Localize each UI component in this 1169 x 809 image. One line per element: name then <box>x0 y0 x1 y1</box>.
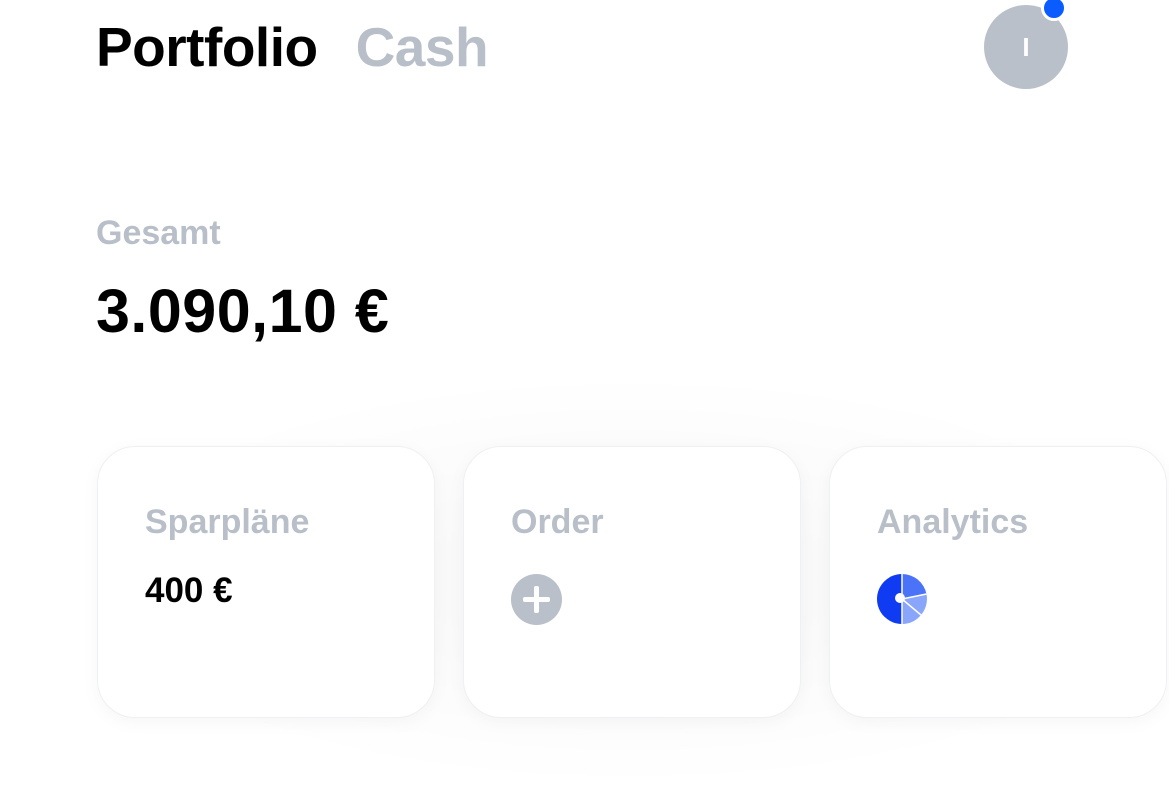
tab-portfolio[interactable]: Portfolio <box>96 14 318 80</box>
card-savings-plans[interactable]: Sparpläne 400 € <box>97 446 435 718</box>
pie-chart-icon <box>877 574 927 624</box>
card-order[interactable]: Order <box>463 446 801 718</box>
avatar-initial: I <box>1022 31 1030 62</box>
card-savings-plans-title: Sparpläne <box>145 503 310 541</box>
portfolio-screen: Portfolio Cash I Gesamt 3.090,10 € Sparp… <box>0 0 1169 809</box>
tab-cash[interactable]: Cash <box>356 14 489 80</box>
card-order-title: Order <box>511 503 604 541</box>
card-analytics-title: Analytics <box>877 503 1029 541</box>
total-label: Gesamt <box>96 214 221 252</box>
total-value: 3.090,10 € <box>96 277 390 345</box>
card-analytics[interactable]: Analytics <box>829 446 1167 718</box>
top-tabs: Portfolio Cash <box>96 14 489 80</box>
card-savings-plans-value: 400 € <box>145 571 233 610</box>
plus-icon[interactable] <box>511 574 562 625</box>
notification-dot <box>1041 0 1067 21</box>
